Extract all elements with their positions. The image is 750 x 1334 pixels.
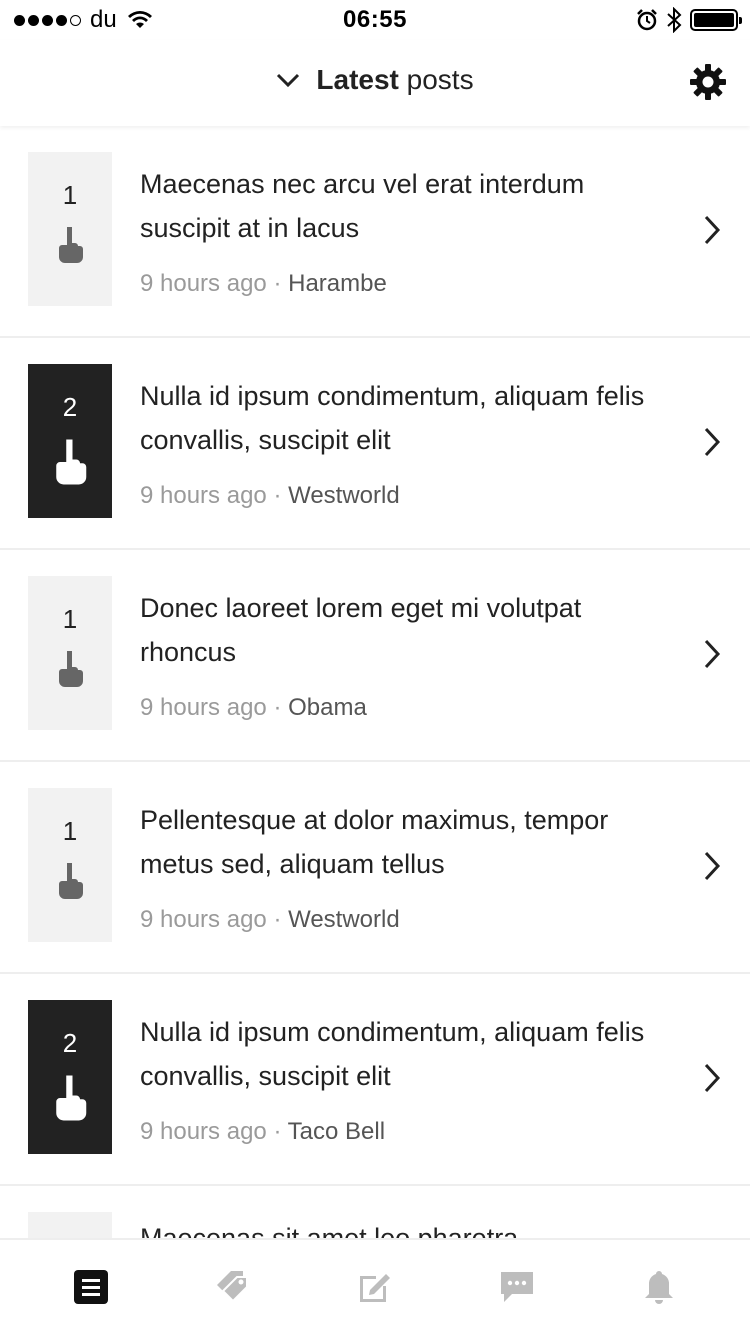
meta-separator: · [273,694,282,721]
bell-icon [645,1271,673,1304]
bluetooth-icon [667,7,682,33]
vote-button[interactable]: 1 [28,576,112,730]
post-row[interactable]: 1 Pellentesque at dolor maximus, tempor … [0,762,750,974]
vote-count: 1 [62,180,78,210]
vote-count: 1 [62,604,78,634]
post-row[interactable]: 1 Maecenas nec arcu vel erat interdum su… [0,126,750,338]
post-meta: 9 hours ago · Obama [140,694,367,722]
post-meta: 9 hours ago · Taco Bell [140,1118,385,1146]
status-icons [636,6,742,34]
pointing-hand-icon [59,651,83,687]
app-header: Latest posts [0,40,750,126]
post-time: 9 hours ago [140,694,267,721]
post-title: Pellentesque at dolor maximus, tempor me… [140,805,609,879]
post-meta: 9 hours ago · Harambe [140,270,387,298]
post-title: Maecenas nec arcu vel erat interdum susc… [140,169,585,243]
post-title: Donec laoreet lorem eget mi volutpat rho… [140,593,582,667]
list-icon [74,1270,108,1304]
posts-list: 1 Maecenas nec arcu vel erat interdum su… [0,126,750,1238]
meta-separator: · [273,1118,282,1145]
chevron-down-icon [277,73,300,88]
gear-icon[interactable] [688,62,728,102]
post-author[interactable]: Taco Bell [288,1118,385,1145]
vote-button[interactable] [28,1212,112,1238]
vote-count: 2 [62,1028,78,1058]
post-time: 9 hours ago [140,270,267,297]
pointing-hand-icon [59,227,83,263]
tags-icon [217,1271,248,1303]
battery-icon [690,9,742,31]
post-row[interactable]: 2 Nulla id ipsum condimentum, aliquam fe… [0,974,750,1186]
post-time: 9 hours ago [140,482,267,509]
post-author[interactable]: Westworld [288,482,400,509]
tab-notifications[interactable] [629,1257,689,1317]
meta-separator: · [273,906,282,933]
vote-button[interactable]: 2 [28,364,112,518]
vote-count: 2 [62,392,78,422]
tab-tags[interactable] [203,1257,263,1317]
post-author[interactable]: Harambe [288,270,387,297]
pointing-hand-icon [59,863,83,899]
chevron-right-icon[interactable] [702,850,722,882]
post-title: Maecenas sit amet leo pharetra [140,1223,519,1238]
post-row[interactable]: 1 Donec laoreet lorem eget mi volutpat r… [0,550,750,762]
vote-button[interactable]: 2 [28,1000,112,1154]
alarm-icon [637,9,657,31]
post-row[interactable]: 2 Nulla id ipsum condimentum, aliquam fe… [0,338,750,550]
page-title-rest: posts [406,64,474,95]
post-author[interactable]: Westworld [288,906,400,933]
post-title: Nulla id ipsum condimentum, aliquam feli… [140,381,645,455]
pointing-hand-icon [56,1075,87,1121]
pointing-hand-icon [56,439,87,485]
tab-messages[interactable] [487,1257,547,1317]
chevron-right-icon[interactable] [702,1062,722,1094]
meta-separator: · [273,482,282,509]
status-bar: du 06:55 [0,0,750,40]
post-meta: 9 hours ago · Westworld [140,482,400,510]
chevron-right-icon[interactable] [702,214,722,246]
post-author[interactable]: Obama [288,694,367,721]
post-time: 9 hours ago [140,906,267,933]
bottom-tab-bar [0,1238,750,1334]
post-time: 9 hours ago [140,1118,267,1145]
post-row[interactable]: Maecenas sit amet leo pharetra [0,1186,750,1238]
vote-count: 1 [62,816,78,846]
tab-compose[interactable] [345,1257,405,1317]
post-meta: 9 hours ago · Westworld [140,906,400,934]
meta-separator: · [273,270,282,297]
chevron-right-icon[interactable] [702,638,722,670]
compose-icon [360,1274,390,1302]
page-title-bold: Latest [316,64,399,95]
vote-button[interactable]: 1 [28,152,112,306]
vote-button[interactable]: 1 [28,788,112,942]
tab-posts[interactable] [61,1257,121,1317]
chat-icon [501,1272,533,1302]
chevron-right-icon[interactable] [702,426,722,458]
feed-selector[interactable]: Latest posts [0,64,750,96]
post-title: Nulla id ipsum condimentum, aliquam feli… [140,1017,645,1091]
